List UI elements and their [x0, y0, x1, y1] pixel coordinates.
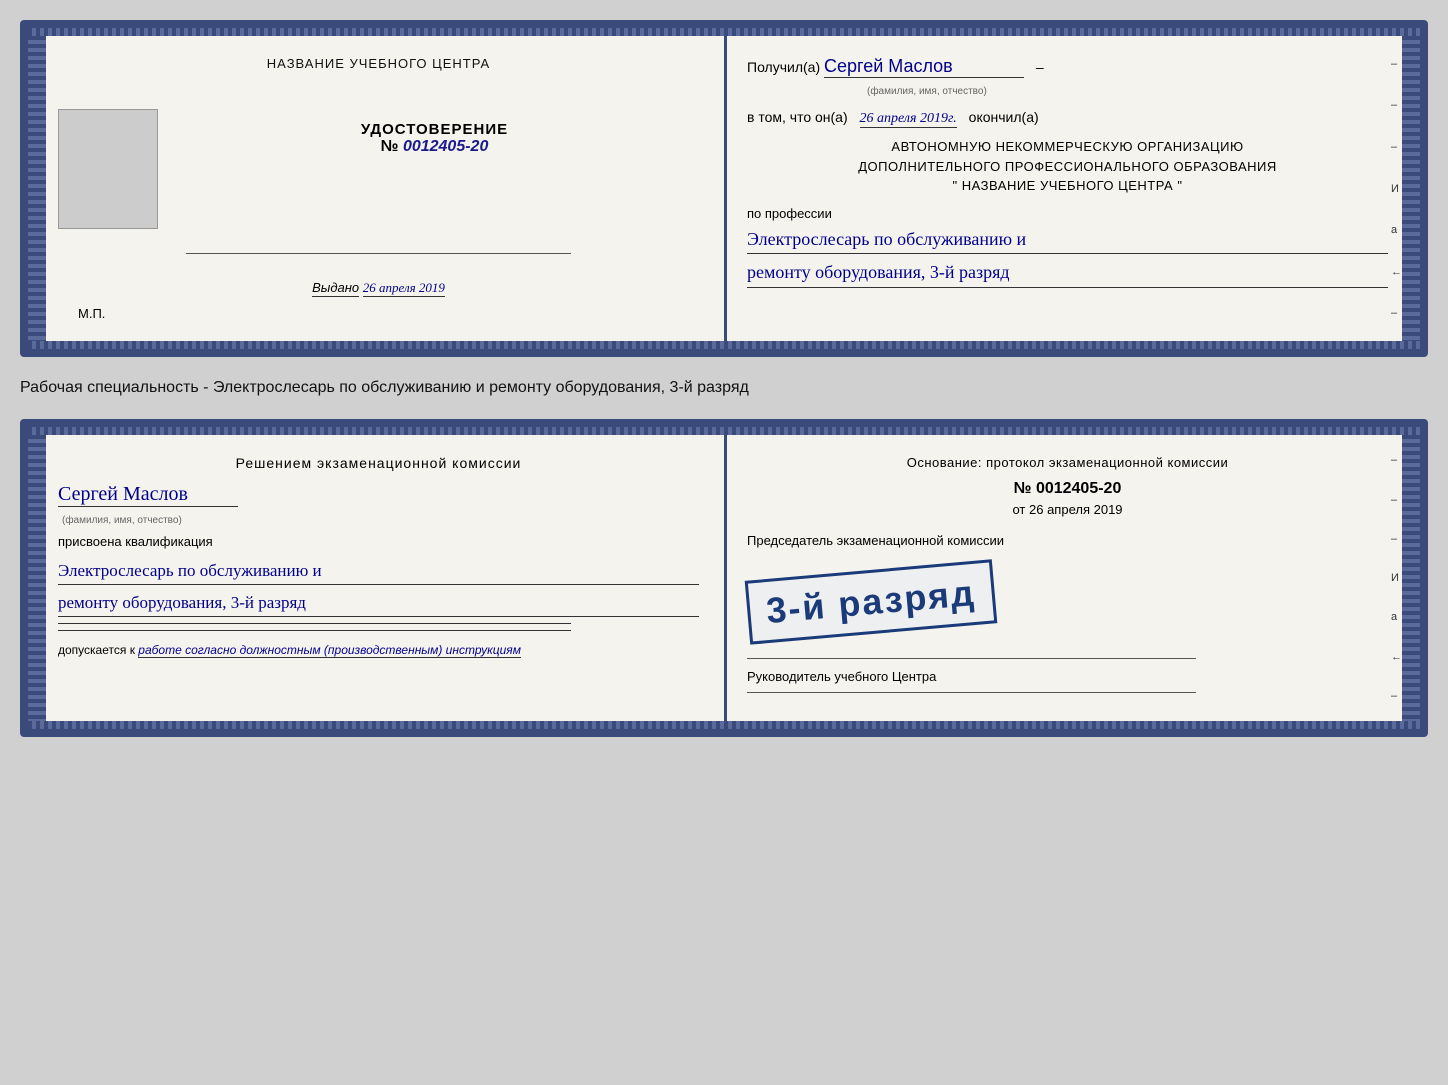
cert-number: № 0012405-20	[361, 138, 508, 156]
top-card-left: НАЗВАНИЕ УЧЕБНОГО ЦЕНТРА УДОСТОВЕРЕНИЕ №…	[28, 28, 723, 349]
received-line: Получил(а) Сергей Маслов –	[747, 56, 1388, 78]
in-that-label: в том, что он(а)	[747, 109, 848, 125]
person-name-bottom: Сергей Маслов	[58, 483, 238, 507]
protocol-number: № 0012405-20	[747, 480, 1388, 498]
top-card-right: Получил(а) Сергей Маслов – (фамилия, имя…	[723, 28, 1420, 349]
profession-block: Электрослесарь по обслуживанию и ремонту…	[747, 225, 1388, 289]
signature-divider-left	[186, 253, 571, 254]
signature-line-1	[58, 623, 571, 624]
right-edge-marks-bottom: –––Иа←–	[1391, 427, 1402, 729]
cert-title-block: УДОСТОВЕРЕНИЕ № 0012405-20	[361, 121, 508, 156]
assigned-text: присвоена квалификация	[58, 534, 699, 549]
org-line2: ДОПОЛНИТЕЛЬНОГО ПРОФЕССИОНАЛЬНОГО ОБРАЗО…	[747, 157, 1388, 177]
number-label: №	[1014, 480, 1032, 497]
finished-label: окончил(а)	[969, 109, 1039, 125]
qualification-line1: Электрослесарь по обслуживанию и	[58, 557, 699, 585]
signature-line-2	[58, 630, 571, 631]
profession-line2: ремонту оборудования, 3-й разряд	[747, 258, 1388, 288]
stamp-overlay: 3-й разряд	[747, 562, 995, 642]
bottom-card-bottom-border	[28, 721, 1420, 729]
cert-number-label: №	[381, 138, 399, 155]
bottom-card-left: Решением экзаменационной комиссии Сергей…	[28, 427, 723, 729]
completion-date: 26 апреля 2019г.	[860, 111, 957, 128]
profession-label: по профессии	[747, 206, 1388, 221]
org-line1: АВТОНОМНУЮ НЕКОММЕРЧЕСКУЮ ОРГАНИЗАЦИЮ	[747, 137, 1388, 157]
protocol-date: от 26 апреля 2019	[747, 502, 1388, 517]
page-wrapper: НАЗВАНИЕ УЧЕБНОГО ЦЕНТРА УДОСТОВЕРЕНИЕ №…	[20, 20, 1428, 737]
bottom-right-border-pattern	[1402, 427, 1420, 729]
label-between: Рабочая специальность - Электрослесарь п…	[20, 375, 1428, 401]
bottom-card-top-border	[28, 427, 1420, 435]
received-name: Сергей Маслов	[824, 56, 1024, 78]
allowed-italic: работе согласно должностным (производств…	[138, 643, 521, 658]
photo-placeholder	[58, 109, 158, 229]
person-name-bottom-block: Сергей Маслов	[58, 483, 699, 507]
chairman-text: Председатель экзаменационной комиссии	[747, 533, 1388, 548]
top-border	[28, 28, 1420, 36]
stamp-text: 3-й разряд	[765, 572, 978, 632]
institution-name-top: НАЗВАНИЕ УЧЕБНОГО ЦЕНТРА	[267, 56, 490, 71]
mp-line: М.П.	[58, 306, 105, 321]
signature-line-chairman	[747, 658, 1196, 659]
right-edge-marks-top: –––Иа←–	[1391, 28, 1402, 349]
cert-title: УДОСТОВЕРЕНИЕ	[361, 121, 508, 138]
right-border-pattern	[1402, 28, 1420, 349]
allowed-text: допускается к работе согласно должностны…	[58, 643, 699, 657]
issued-date: 26 апреля 2019	[363, 280, 445, 297]
cert-number-value: 0012405-20	[403, 138, 488, 155]
issued-label: Выдано	[312, 280, 359, 297]
bottom-certificate-card: Решением экзаменационной комиссии Сергей…	[20, 419, 1428, 737]
top-certificate-card: НАЗВАНИЕ УЧЕБНОГО ЦЕНТРА УДОСТОВЕРЕНИЕ №…	[20, 20, 1428, 357]
basis-text: Основание: протокол экзаменационной коми…	[747, 455, 1388, 470]
qualification-block: Электрослесарь по обслуживанию и ремонту…	[58, 557, 699, 617]
allowed-label: допускается к	[58, 643, 135, 657]
protocol-number-value: 0012405-20	[1036, 480, 1121, 497]
bottom-border	[28, 341, 1420, 349]
received-label: Получил(а)	[747, 59, 820, 75]
in-that-line: в том, что он(а) 26 апреля 2019г. окончи…	[747, 109, 1388, 127]
stamp: 3-й разряд	[745, 559, 998, 644]
issued-line: Выдано 26 апреля 2019	[312, 280, 445, 296]
name-subtitle-bottom: (фамилия, имя, отчество)	[62, 515, 699, 526]
dash-1: –	[1036, 59, 1044, 75]
date-prefix: от	[1012, 502, 1025, 517]
qualification-line2: ремонту оборудования, 3-й разряд	[58, 589, 699, 617]
decision-title: Решением экзаменационной комиссии	[58, 455, 699, 471]
name-subtitle-top: (фамилия, имя, отчество)	[867, 86, 1388, 97]
protocol-date-value: 26 апреля 2019	[1029, 502, 1123, 517]
bottom-card-right: Основание: протокол экзаменационной коми…	[723, 427, 1420, 729]
profession-line1: Электрослесарь по обслуживанию и	[747, 225, 1388, 255]
rukovoditel-text: Руководитель учебного Центра	[747, 669, 1388, 684]
org-line3: " НАЗВАНИЕ УЧЕБНОГО ЦЕНТРА "	[747, 176, 1388, 196]
signature-line-rukovoditel	[747, 692, 1196, 693]
org-block: АВТОНОМНУЮ НЕКОММЕРЧЕСКУЮ ОРГАНИЗАЦИЮ ДО…	[747, 137, 1388, 196]
